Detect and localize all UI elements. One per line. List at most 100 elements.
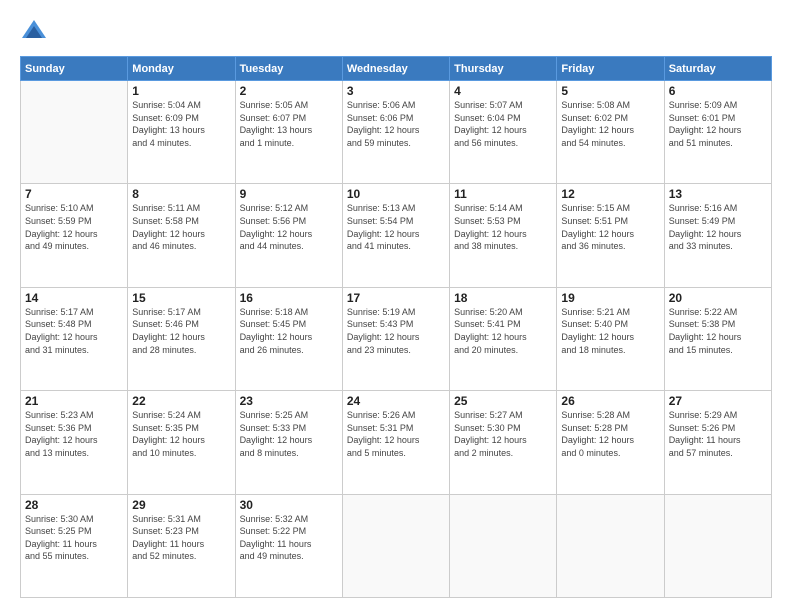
day-info: Sunrise: 5:08 AM Sunset: 6:02 PM Dayligh… [561, 99, 659, 149]
day-number: 12 [561, 187, 659, 201]
calendar-cell: 7Sunrise: 5:10 AM Sunset: 5:59 PM Daylig… [21, 184, 128, 287]
header [20, 18, 772, 46]
day-info: Sunrise: 5:16 AM Sunset: 5:49 PM Dayligh… [669, 202, 767, 252]
calendar-cell: 10Sunrise: 5:13 AM Sunset: 5:54 PM Dayli… [342, 184, 449, 287]
calendar-cell [450, 494, 557, 597]
day-number: 11 [454, 187, 552, 201]
day-info: Sunrise: 5:24 AM Sunset: 5:35 PM Dayligh… [132, 409, 230, 459]
calendar-cell: 28Sunrise: 5:30 AM Sunset: 5:25 PM Dayli… [21, 494, 128, 597]
day-number: 7 [25, 187, 123, 201]
day-number: 27 [669, 394, 767, 408]
calendar-cell: 30Sunrise: 5:32 AM Sunset: 5:22 PM Dayli… [235, 494, 342, 597]
day-number: 1 [132, 84, 230, 98]
calendar-cell: 19Sunrise: 5:21 AM Sunset: 5:40 PM Dayli… [557, 287, 664, 390]
day-info: Sunrise: 5:25 AM Sunset: 5:33 PM Dayligh… [240, 409, 338, 459]
day-number: 29 [132, 498, 230, 512]
day-number: 3 [347, 84, 445, 98]
calendar-cell [21, 81, 128, 184]
day-number: 25 [454, 394, 552, 408]
calendar-cell: 29Sunrise: 5:31 AM Sunset: 5:23 PM Dayli… [128, 494, 235, 597]
day-info: Sunrise: 5:04 AM Sunset: 6:09 PM Dayligh… [132, 99, 230, 149]
day-info: Sunrise: 5:18 AM Sunset: 5:45 PM Dayligh… [240, 306, 338, 356]
day-number: 6 [669, 84, 767, 98]
calendar-cell: 18Sunrise: 5:20 AM Sunset: 5:41 PM Dayli… [450, 287, 557, 390]
calendar-header-row: SundayMondayTuesdayWednesdayThursdayFrid… [21, 57, 772, 81]
calendar-cell: 11Sunrise: 5:14 AM Sunset: 5:53 PM Dayli… [450, 184, 557, 287]
day-number: 28 [25, 498, 123, 512]
day-info: Sunrise: 5:12 AM Sunset: 5:56 PM Dayligh… [240, 202, 338, 252]
calendar-cell: 15Sunrise: 5:17 AM Sunset: 5:46 PM Dayli… [128, 287, 235, 390]
calendar-cell: 20Sunrise: 5:22 AM Sunset: 5:38 PM Dayli… [664, 287, 771, 390]
day-number: 2 [240, 84, 338, 98]
day-of-week-header: Thursday [450, 57, 557, 81]
calendar-cell [664, 494, 771, 597]
day-info: Sunrise: 5:07 AM Sunset: 6:04 PM Dayligh… [454, 99, 552, 149]
day-number: 18 [454, 291, 552, 305]
day-number: 10 [347, 187, 445, 201]
page: SundayMondayTuesdayWednesdayThursdayFrid… [0, 0, 792, 612]
day-info: Sunrise: 5:10 AM Sunset: 5:59 PM Dayligh… [25, 202, 123, 252]
day-info: Sunrise: 5:21 AM Sunset: 5:40 PM Dayligh… [561, 306, 659, 356]
calendar-cell: 14Sunrise: 5:17 AM Sunset: 5:48 PM Dayli… [21, 287, 128, 390]
day-info: Sunrise: 5:13 AM Sunset: 5:54 PM Dayligh… [347, 202, 445, 252]
day-of-week-header: Friday [557, 57, 664, 81]
day-info: Sunrise: 5:06 AM Sunset: 6:06 PM Dayligh… [347, 99, 445, 149]
day-of-week-header: Wednesday [342, 57, 449, 81]
day-number: 19 [561, 291, 659, 305]
day-number: 16 [240, 291, 338, 305]
day-info: Sunrise: 5:23 AM Sunset: 5:36 PM Dayligh… [25, 409, 123, 459]
day-info: Sunrise: 5:14 AM Sunset: 5:53 PM Dayligh… [454, 202, 552, 252]
calendar-cell: 13Sunrise: 5:16 AM Sunset: 5:49 PM Dayli… [664, 184, 771, 287]
calendar-cell: 3Sunrise: 5:06 AM Sunset: 6:06 PM Daylig… [342, 81, 449, 184]
day-number: 4 [454, 84, 552, 98]
day-info: Sunrise: 5:29 AM Sunset: 5:26 PM Dayligh… [669, 409, 767, 459]
calendar-week-row: 7Sunrise: 5:10 AM Sunset: 5:59 PM Daylig… [21, 184, 772, 287]
day-number: 26 [561, 394, 659, 408]
day-number: 21 [25, 394, 123, 408]
calendar-cell: 17Sunrise: 5:19 AM Sunset: 5:43 PM Dayli… [342, 287, 449, 390]
day-info: Sunrise: 5:05 AM Sunset: 6:07 PM Dayligh… [240, 99, 338, 149]
day-info: Sunrise: 5:20 AM Sunset: 5:41 PM Dayligh… [454, 306, 552, 356]
day-number: 22 [132, 394, 230, 408]
logo [20, 18, 52, 46]
calendar-cell: 1Sunrise: 5:04 AM Sunset: 6:09 PM Daylig… [128, 81, 235, 184]
day-info: Sunrise: 5:32 AM Sunset: 5:22 PM Dayligh… [240, 513, 338, 563]
day-of-week-header: Sunday [21, 57, 128, 81]
calendar-cell: 16Sunrise: 5:18 AM Sunset: 5:45 PM Dayli… [235, 287, 342, 390]
day-info: Sunrise: 5:31 AM Sunset: 5:23 PM Dayligh… [132, 513, 230, 563]
day-number: 20 [669, 291, 767, 305]
calendar-cell: 25Sunrise: 5:27 AM Sunset: 5:30 PM Dayli… [450, 391, 557, 494]
day-info: Sunrise: 5:26 AM Sunset: 5:31 PM Dayligh… [347, 409, 445, 459]
day-info: Sunrise: 5:17 AM Sunset: 5:48 PM Dayligh… [25, 306, 123, 356]
day-number: 24 [347, 394, 445, 408]
day-of-week-header: Saturday [664, 57, 771, 81]
calendar-cell: 26Sunrise: 5:28 AM Sunset: 5:28 PM Dayli… [557, 391, 664, 494]
calendar-cell [557, 494, 664, 597]
day-number: 9 [240, 187, 338, 201]
day-info: Sunrise: 5:19 AM Sunset: 5:43 PM Dayligh… [347, 306, 445, 356]
calendar-week-row: 28Sunrise: 5:30 AM Sunset: 5:25 PM Dayli… [21, 494, 772, 597]
day-info: Sunrise: 5:15 AM Sunset: 5:51 PM Dayligh… [561, 202, 659, 252]
day-number: 13 [669, 187, 767, 201]
day-info: Sunrise: 5:30 AM Sunset: 5:25 PM Dayligh… [25, 513, 123, 563]
day-number: 8 [132, 187, 230, 201]
logo-icon [20, 18, 48, 46]
calendar-week-row: 14Sunrise: 5:17 AM Sunset: 5:48 PM Dayli… [21, 287, 772, 390]
calendar-cell: 4Sunrise: 5:07 AM Sunset: 6:04 PM Daylig… [450, 81, 557, 184]
calendar-week-row: 21Sunrise: 5:23 AM Sunset: 5:36 PM Dayli… [21, 391, 772, 494]
day-number: 5 [561, 84, 659, 98]
calendar-cell: 23Sunrise: 5:25 AM Sunset: 5:33 PM Dayli… [235, 391, 342, 494]
day-number: 15 [132, 291, 230, 305]
calendar-cell: 21Sunrise: 5:23 AM Sunset: 5:36 PM Dayli… [21, 391, 128, 494]
calendar-table: SundayMondayTuesdayWednesdayThursdayFrid… [20, 56, 772, 598]
calendar-cell: 8Sunrise: 5:11 AM Sunset: 5:58 PM Daylig… [128, 184, 235, 287]
day-number: 30 [240, 498, 338, 512]
calendar-cell: 2Sunrise: 5:05 AM Sunset: 6:07 PM Daylig… [235, 81, 342, 184]
day-number: 14 [25, 291, 123, 305]
day-of-week-header: Monday [128, 57, 235, 81]
day-of-week-header: Tuesday [235, 57, 342, 81]
day-info: Sunrise: 5:27 AM Sunset: 5:30 PM Dayligh… [454, 409, 552, 459]
calendar-week-row: 1Sunrise: 5:04 AM Sunset: 6:09 PM Daylig… [21, 81, 772, 184]
day-info: Sunrise: 5:09 AM Sunset: 6:01 PM Dayligh… [669, 99, 767, 149]
day-number: 23 [240, 394, 338, 408]
